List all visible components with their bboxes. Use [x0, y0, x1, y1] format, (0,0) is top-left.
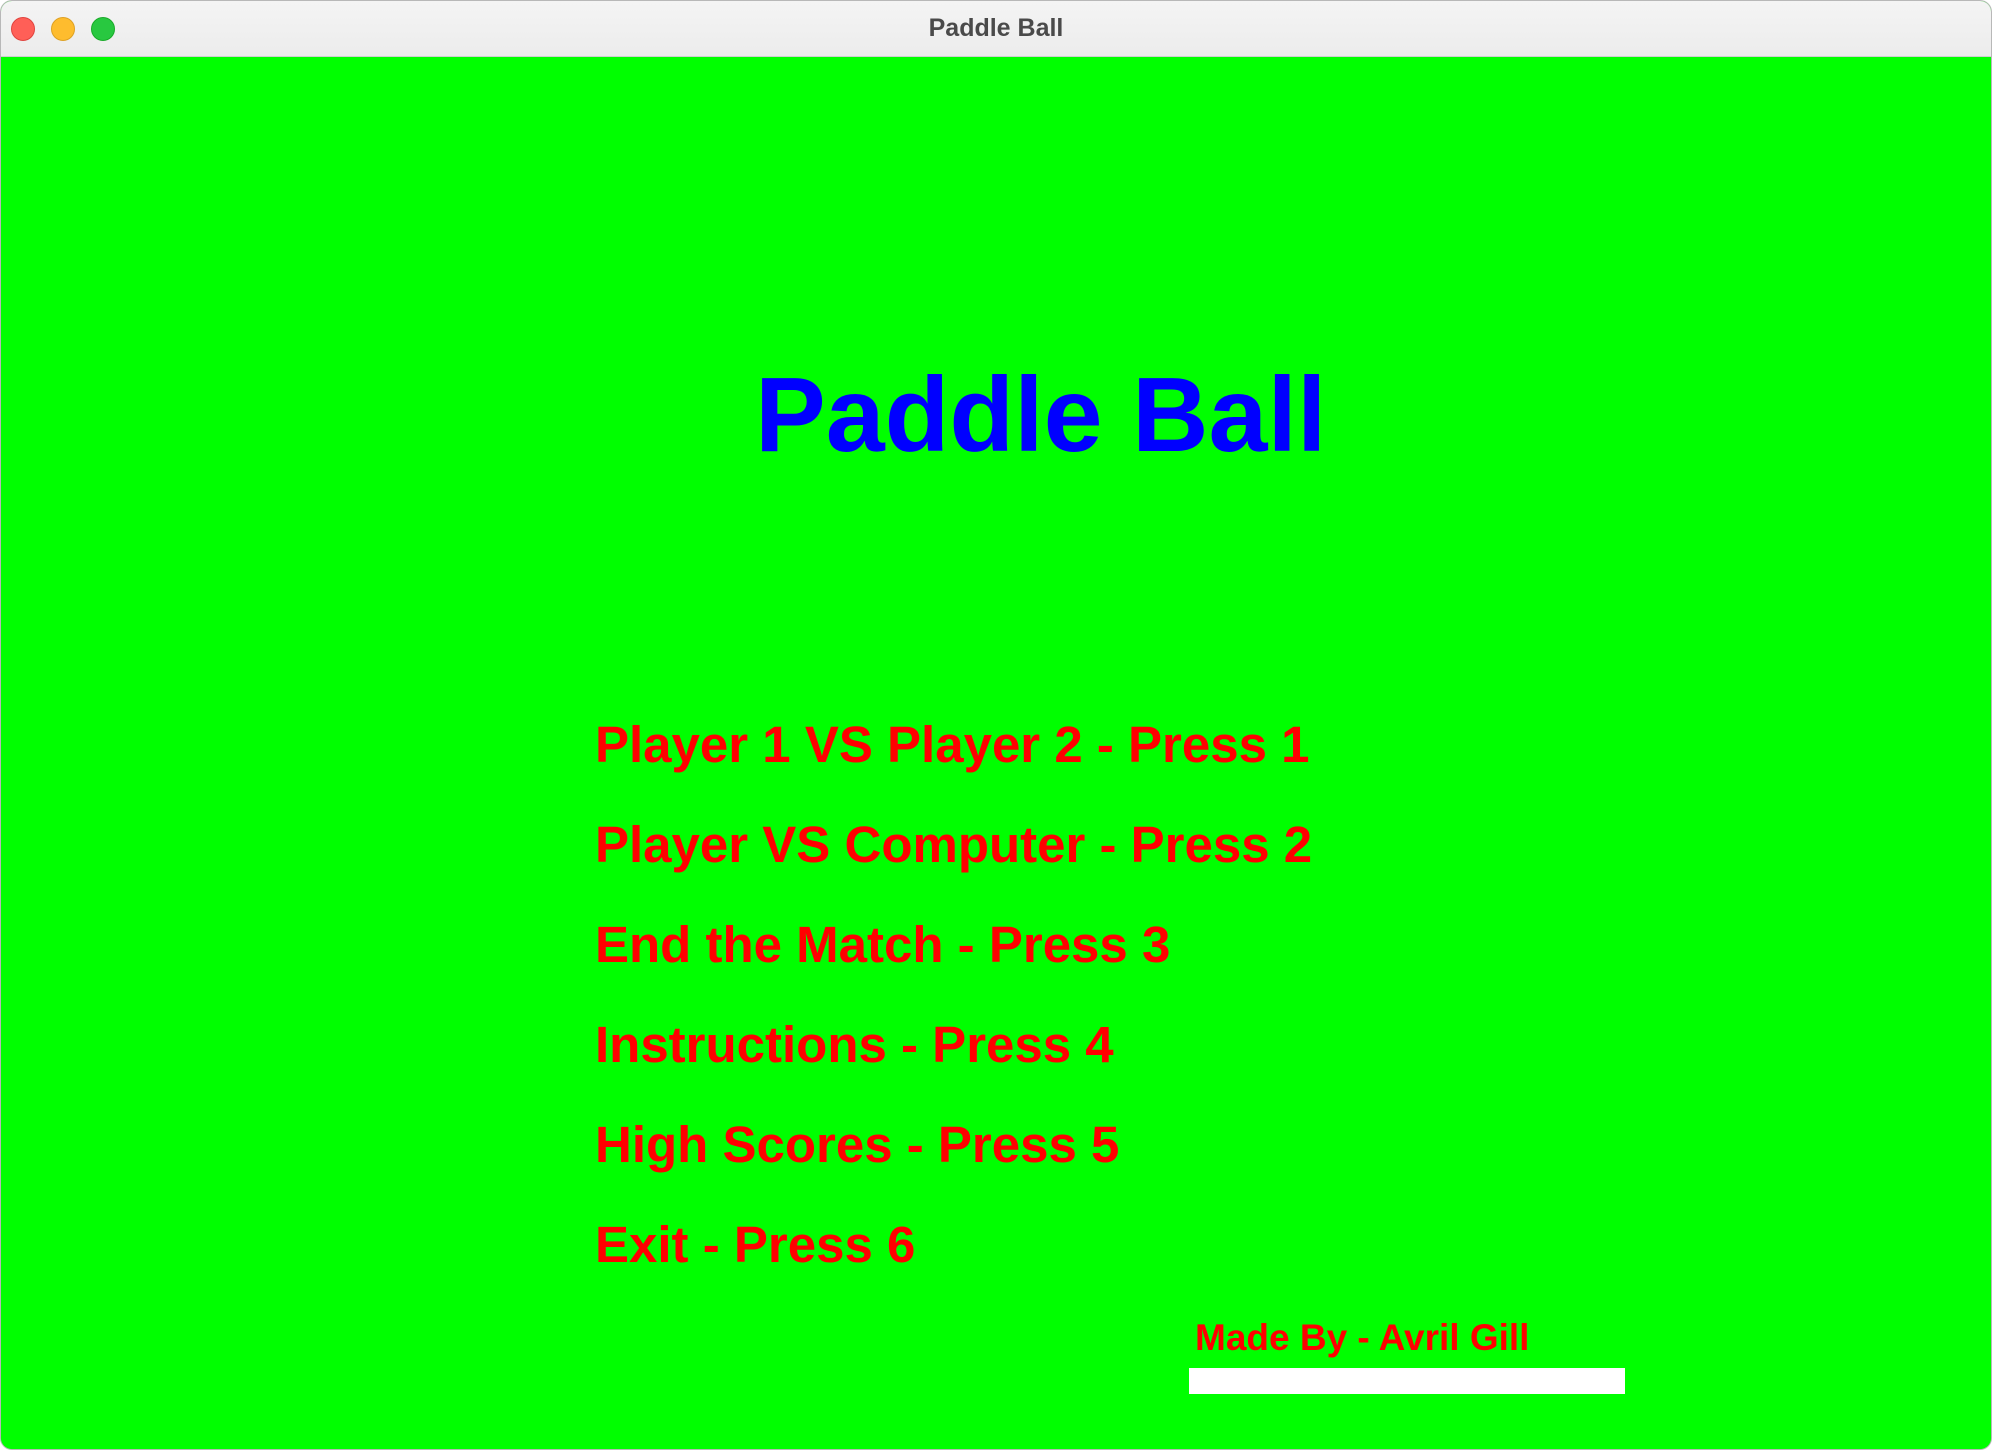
menu-item-end-match[interactable]: End the Match - Press 3: [595, 910, 1312, 1010]
game-canvas[interactable]: Paddle Ball Player 1 VS Player 2 - Press…: [1, 57, 1991, 1449]
menu-item-player-vs-computer[interactable]: Player VS Computer - Press 2: [595, 810, 1312, 910]
author-credit: Made By - Avril Gill: [1195, 1317, 1530, 1358]
menu-item-instructions[interactable]: Instructions - Press 4: [595, 1010, 1312, 1110]
game-title: Paddle Ball: [755, 356, 1327, 474]
menu-item-exit[interactable]: Exit - Press 6: [595, 1210, 1312, 1310]
menu-item-player-vs-player[interactable]: Player 1 VS Player 2 - Press 1: [595, 710, 1312, 810]
window-titlebar[interactable]: Paddle Ball: [1, 1, 1991, 57]
credit-bar: [1189, 1368, 1625, 1394]
game-window: Paddle Ball Paddle Ball Player 1 VS Play…: [0, 0, 1992, 1450]
menu-item-high-scores[interactable]: High Scores - Press 5: [595, 1110, 1312, 1210]
main-menu: Player 1 VS Player 2 - Press 1 Player VS…: [595, 710, 1312, 1310]
window-title: Paddle Ball: [928, 14, 1064, 42]
